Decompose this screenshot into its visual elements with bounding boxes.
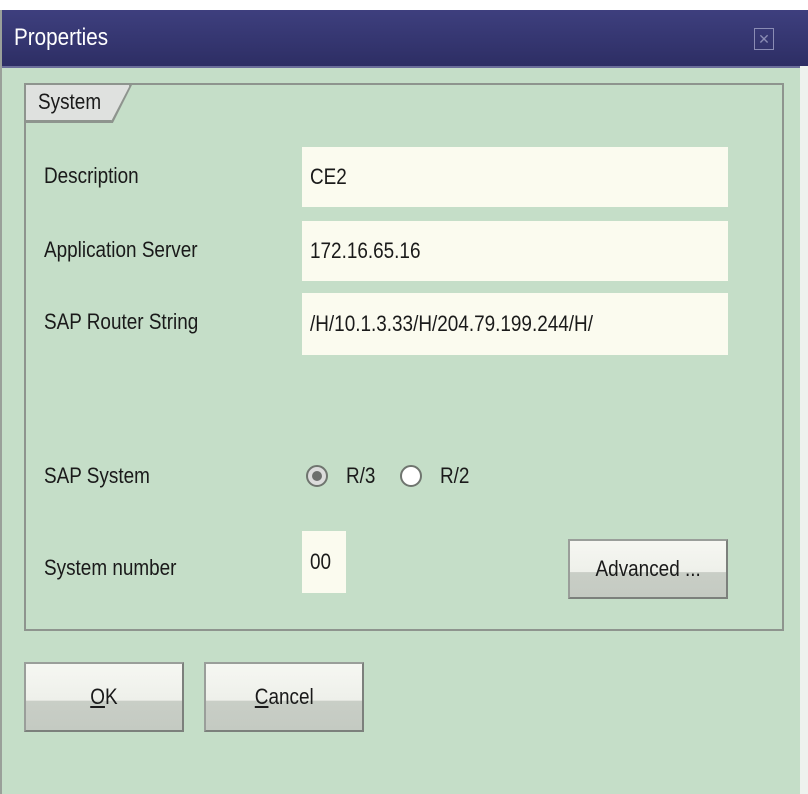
- system-number-field[interactable]: 00: [302, 531, 346, 593]
- sap-system-label: SAP System: [44, 463, 150, 488]
- advanced-button[interactable]: Advanced ...: [568, 539, 728, 599]
- title-bar[interactable]: Properties ✕: [2, 10, 808, 68]
- application-server-label: Application Server: [44, 237, 198, 262]
- radio-r2[interactable]: [400, 465, 422, 487]
- sap-router-string-field[interactable]: /H/10.1.3.33/H/204.79.199.244/H/: [302, 293, 728, 355]
- description-label: Description: [44, 163, 139, 188]
- properties-dialog: Properties ✕ System Description CE2 Appl…: [0, 10, 808, 794]
- system-groupbox: System Description CE2 Application Serve…: [24, 83, 784, 631]
- system-number-label: System number: [44, 555, 177, 580]
- application-server-value: 172.16.65.16: [310, 238, 421, 263]
- window-right-edge: [800, 66, 808, 794]
- radio-r3[interactable]: [306, 465, 328, 487]
- application-server-field[interactable]: 172.16.65.16: [302, 221, 728, 281]
- radio-r3-label[interactable]: R/3: [346, 463, 375, 489]
- tab-system-label: System: [38, 89, 102, 114]
- sap-router-string-value: /H/10.1.3.33/H/204.79.199.244/H/: [310, 311, 593, 336]
- dialog-title: Properties: [14, 24, 109, 51]
- close-icon[interactable]: ✕: [754, 28, 774, 50]
- radio-r2-label[interactable]: R/2: [440, 463, 469, 489]
- ok-button[interactable]: OK: [24, 662, 184, 732]
- cancel-button[interactable]: Cancel: [204, 662, 364, 732]
- system-number-value: 00: [310, 549, 332, 574]
- description-value: CE2: [310, 164, 347, 189]
- sap-router-string-label: SAP Router String: [44, 309, 199, 334]
- description-field[interactable]: CE2: [302, 147, 728, 207]
